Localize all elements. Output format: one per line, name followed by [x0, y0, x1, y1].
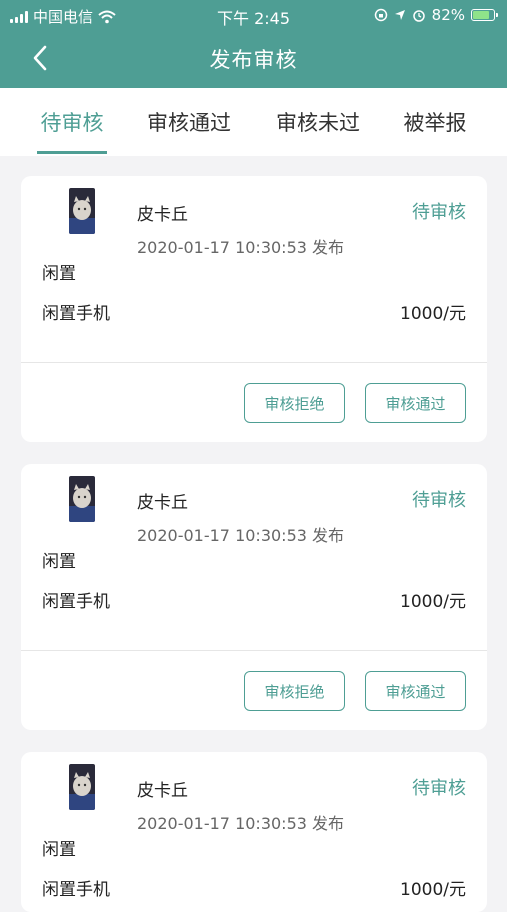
tab-label: 审核未过 [276, 111, 360, 135]
tab-approved[interactable]: 审核通过 [143, 88, 235, 156]
item-price: 1000/元 [400, 592, 466, 612]
post-card[interactable]: 皮卡丘 待审核 2020-01-17 10:30:53 发布 闲置 闲置手机 1… [21, 176, 487, 442]
avatar [69, 764, 95, 810]
battery-icon [471, 9, 498, 21]
status-badge: 待审核 [412, 202, 466, 223]
battery-percent: 82% [431, 6, 465, 24]
tab-bar: 待审核 审核通过 审核未过 被举报 [0, 88, 507, 156]
item-price: 1000/元 [400, 880, 466, 900]
post-category: 闲置 [42, 552, 76, 572]
reject-button[interactable]: 审核拒绝 [244, 383, 345, 423]
page-title: 发布审核 [209, 48, 298, 72]
post-time: 2020-01-17 10:30:53 发布 [137, 526, 345, 545]
divider [21, 362, 487, 363]
tab-indicator [37, 151, 107, 154]
tab-pending[interactable]: 待审核 [37, 88, 107, 156]
avatar [69, 476, 95, 522]
user-name: 皮卡丘 [137, 493, 188, 513]
post-time: 2020-01-17 10:30:53 发布 [137, 238, 345, 257]
status-bar: 中国电信 下午 2:45 82% [0, 0, 507, 30]
user-name: 皮卡丘 [137, 781, 188, 801]
tab-label: 待审核 [40, 111, 104, 135]
approve-button[interactable]: 审核通过 [365, 671, 466, 711]
divider [21, 650, 487, 651]
tab-label: 被举报 [403, 111, 467, 135]
nav-bar: 发布审核 [0, 30, 507, 88]
rotation-lock-icon [374, 8, 387, 22]
post-time: 2020-01-17 10:30:53 发布 [137, 814, 345, 833]
user-name: 皮卡丘 [137, 205, 188, 225]
item-name: 闲置手机 [42, 880, 110, 900]
item-price: 1000/元 [400, 304, 466, 324]
item-name: 闲置手机 [42, 304, 110, 324]
tab-rejected[interactable]: 审核未过 [272, 88, 364, 156]
item-name: 闲置手机 [42, 592, 110, 612]
post-category: 闲置 [42, 264, 76, 284]
location-icon [394, 10, 405, 20]
avatar [69, 188, 95, 234]
status-badge: 待审核 [412, 778, 466, 799]
post-card[interactable]: 皮卡丘 待审核 2020-01-17 10:30:53 发布 闲置 闲置手机 1… [21, 752, 487, 912]
post-card[interactable]: 皮卡丘 待审核 2020-01-17 10:30:53 发布 闲置 闲置手机 1… [21, 464, 487, 730]
alarm-icon [412, 10, 425, 22]
approve-button[interactable]: 审核通过 [365, 383, 466, 423]
app-header: 中国电信 下午 2:45 82% 发布审核 [0, 0, 507, 88]
post-category: 闲置 [42, 840, 76, 860]
status-badge: 待审核 [412, 490, 466, 511]
tab-label: 审核通过 [147, 111, 231, 135]
tab-reported[interactable]: 被举报 [400, 88, 470, 156]
reject-button[interactable]: 审核拒绝 [244, 671, 345, 711]
